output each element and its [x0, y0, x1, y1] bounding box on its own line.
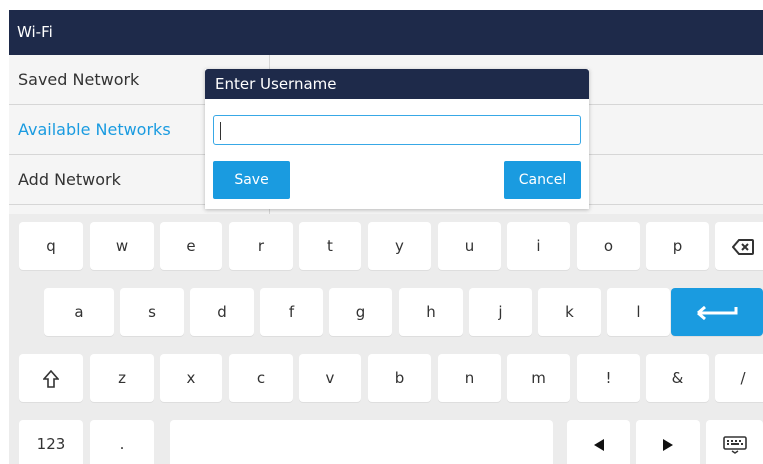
key-o[interactable]: o — [577, 222, 640, 270]
key-v[interactable]: v — [299, 354, 361, 402]
key-k[interactable]: k — [538, 288, 601, 336]
key-m[interactable]: m — [507, 354, 570, 402]
key-d[interactable]: d — [190, 288, 254, 336]
key-r[interactable]: r — [229, 222, 293, 270]
backspace-icon — [732, 238, 754, 255]
keyboard-icon — [722, 435, 747, 454]
key-b[interactable]: b — [368, 354, 431, 402]
key-dot[interactable]: . — [90, 420, 154, 464]
username-dialog: Enter Username Save Cancel — [205, 69, 589, 209]
key-t[interactable]: t — [299, 222, 361, 270]
key-q[interactable]: q — [19, 222, 83, 270]
enter-icon — [697, 305, 738, 320]
backspace-key[interactable] — [715, 222, 763, 270]
key-h[interactable]: h — [399, 288, 463, 336]
dialog-title: Enter Username — [205, 69, 589, 99]
key-j[interactable]: j — [469, 288, 532, 336]
key-l[interactable]: l — [607, 288, 670, 336]
key-g[interactable]: g — [329, 288, 392, 336]
menu-item-label: Saved Network — [18, 70, 140, 89]
enter-key[interactable] — [671, 288, 763, 336]
key-f[interactable]: f — [260, 288, 323, 336]
key-n[interactable]: n — [438, 354, 501, 402]
key-c[interactable]: c — [229, 354, 293, 402]
arrow-right-icon — [663, 438, 673, 451]
shift-key[interactable] — [19, 354, 83, 402]
hide-keyboard-key[interactable] — [706, 420, 763, 464]
key-z[interactable]: z — [90, 354, 154, 402]
arrow-right-key[interactable] — [636, 420, 700, 464]
arrow-left-key[interactable] — [567, 420, 630, 464]
onscreen-keyboard: q w e r t y u i o p a s d f g h j k l z … — [9, 214, 763, 464]
key-p[interactable]: p — [646, 222, 709, 270]
key-i[interactable]: i — [507, 222, 570, 270]
key-w[interactable]: w — [90, 222, 154, 270]
menu-item-label: Add Network — [18, 170, 121, 189]
cancel-button[interactable]: Cancel — [504, 161, 581, 199]
key-ampersand[interactable]: & — [646, 354, 709, 402]
key-a[interactable]: a — [44, 288, 114, 336]
text-caret — [220, 122, 221, 140]
save-button[interactable]: Save — [213, 161, 290, 199]
numeric-key[interactable]: 123 — [19, 420, 83, 464]
key-x[interactable]: x — [160, 354, 222, 402]
key-y[interactable]: y — [368, 222, 431, 270]
key-slash[interactable]: / — [715, 354, 763, 402]
menu-item-label: Available Networks — [18, 120, 171, 139]
shift-icon — [43, 369, 59, 388]
wifi-screen: Wi-Fi Saved Network Available Networks A… — [9, 10, 763, 464]
title-bar: Wi-Fi — [9, 10, 763, 55]
space-key[interactable] — [170, 420, 553, 464]
arrow-left-icon — [593, 438, 604, 451]
username-input[interactable] — [213, 115, 581, 145]
key-s[interactable]: s — [120, 288, 184, 336]
key-u[interactable]: u — [438, 222, 501, 270]
key-exclamation[interactable]: ! — [577, 354, 640, 402]
key-e[interactable]: e — [160, 222, 222, 270]
